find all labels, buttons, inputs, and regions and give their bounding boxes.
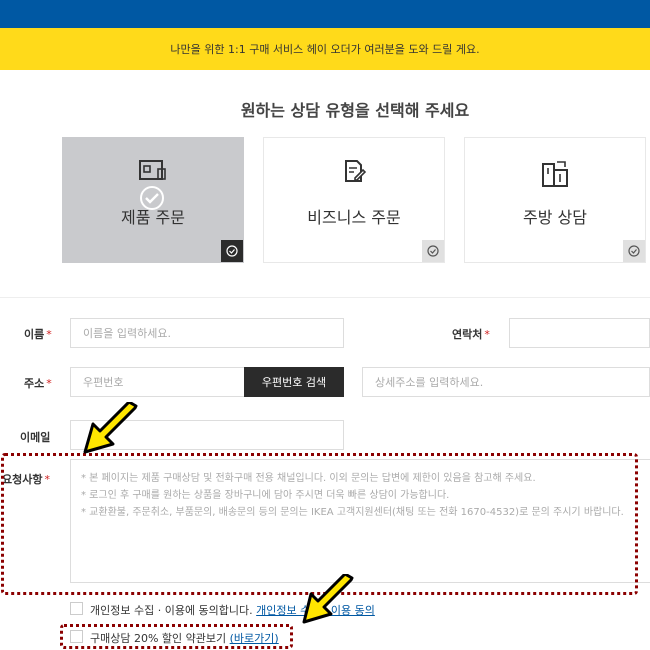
check-icon <box>623 240 645 262</box>
card-label: 비즈니스 주문 <box>307 208 401 227</box>
email-label: 이메일 <box>20 431 51 444</box>
contact-input[interactable] <box>509 318 650 348</box>
card-kitchen-consult[interactable]: 주방 상담 <box>464 137 646 263</box>
card-business-order[interactable]: 비즈니스 주문 <box>263 137 445 263</box>
zipcode-search-button[interactable]: 우편번호 검색 <box>244 367 344 397</box>
check-icon <box>422 240 444 262</box>
card-product-order[interactable]: 제품 주문 <box>62 137 244 263</box>
address-label: 주소 * <box>24 377 52 390</box>
section-divider <box>0 297 650 298</box>
store-icon <box>63 158 243 188</box>
top-blue-bar <box>0 0 650 28</box>
check-icon <box>221 240 243 262</box>
promo-banner: 나만을 위한 1:1 구매 서비스 헤이 오더가 여러분을 도와 드릴 게요. <box>0 28 650 70</box>
edit-document-icon <box>264 158 444 188</box>
kitchen-icon <box>465 158 645 192</box>
card-label: 주방 상담 <box>523 208 587 227</box>
detail-address-input[interactable]: 상세주소를 입력하세요. <box>362 367 650 397</box>
page-heading: 원하는 상담 유형을 선택해 주세요 <box>240 101 470 120</box>
name-input[interactable]: 이름을 입력하세요. <box>70 318 344 348</box>
privacy-checkbox[interactable] <box>70 602 83 615</box>
zipcode-input[interactable]: 우편번호 <box>70 367 245 397</box>
card-label: 제품 주문 <box>121 208 185 227</box>
contact-label: 연락처 * <box>452 328 490 341</box>
annotation-arrow-icon <box>302 574 354 624</box>
name-label: 이름 * <box>24 328 52 341</box>
banner-text: 나만을 위한 1:1 구매 서비스 헤이 오더가 여러분을 도와 드릴 게요. <box>170 43 480 56</box>
annotation-arrow-icon <box>83 402 138 454</box>
annotation-box-discount <box>60 624 293 649</box>
